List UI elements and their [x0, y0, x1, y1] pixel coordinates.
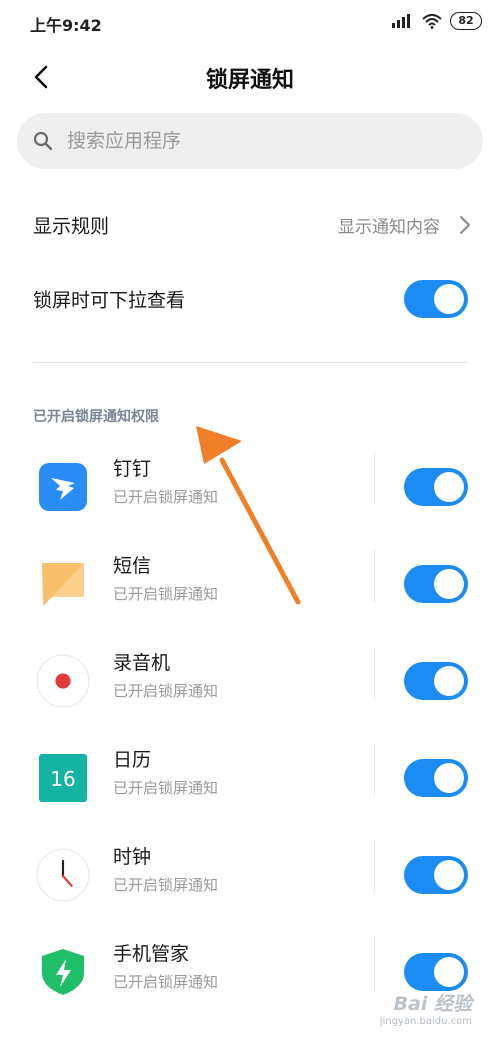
toggle-knob [434, 471, 464, 502]
row-separator [374, 938, 375, 990]
watermark: Bai 经验 jingyan.baidu.com [380, 989, 472, 1027]
sms-icon [42, 562, 84, 606]
app-row-sms: 短信 已开启锁屏通知 [0, 535, 500, 632]
signal-icon [392, 14, 410, 28]
security-icon [42, 948, 84, 995]
dingtalk-toggle[interactable] [404, 467, 468, 506]
dingtalk-icon [39, 462, 87, 511]
search-input[interactable] [67, 130, 447, 152]
watermark-logo: Bai 经验 [393, 993, 472, 1015]
app-name: 手机管家 [113, 943, 190, 965]
recorder-toggle[interactable] [404, 661, 468, 700]
row-separator [374, 550, 375, 602]
toggle-knob [434, 762, 464, 793]
status-icons: 82 [392, 12, 482, 30]
toggle-knob [434, 568, 464, 599]
divider [33, 362, 467, 363]
app-subtitle: 已开启锁屏通知 [113, 488, 219, 506]
app-name: 日历 [113, 749, 152, 771]
calendar-day: 16 [50, 767, 75, 791]
search-box[interactable] [17, 113, 483, 169]
toggle-knob [434, 665, 464, 696]
app-name: 短信 [113, 555, 152, 577]
display-rule-value: 显示通知内容 [338, 217, 440, 238]
title-bar: 锁屏通知 [0, 54, 500, 100]
app-row-calendar: 16 日历 已开启锁屏通知 [0, 729, 500, 826]
watermark-url: jingyan.baidu.com [379, 1016, 472, 1027]
chevron-right-icon [460, 216, 470, 234]
recorder-icon [36, 654, 90, 707]
toggle-knob [434, 956, 464, 987]
battery-indicator: 82 [450, 12, 482, 30]
pull-down-label: 锁屏时可下拉查看 [33, 289, 186, 312]
status-bar: 上午9:42 82 [0, 0, 500, 44]
display-rule-label: 显示规则 [33, 215, 110, 238]
app-row-recorder: 录音机 已开启锁屏通知 [0, 632, 500, 729]
sms-toggle[interactable] [404, 564, 468, 603]
clock-icon [36, 848, 90, 901]
calendar-icon: 16 [39, 753, 87, 802]
clock-toggle[interactable] [404, 855, 468, 894]
app-subtitle: 已开启锁屏通知 [113, 585, 219, 603]
pull-down-row: 锁屏时可下拉查看 [0, 269, 500, 329]
app-row-dingtalk: 钉钉 已开启锁屏通知 [0, 438, 500, 535]
wifi-icon [422, 13, 442, 29]
app-subtitle: 已开启锁屏通知 [113, 973, 219, 991]
app-row-clock: 时钟 已开启锁屏通知 [0, 826, 500, 923]
section-header: 已开启锁屏通知权限 [33, 409, 159, 425]
app-name: 钉钉 [113, 458, 152, 480]
row-separator [374, 453, 375, 505]
calendar-toggle[interactable] [404, 758, 468, 797]
toggle-knob [434, 284, 464, 314]
row-separator [374, 647, 375, 699]
row-separator [374, 744, 375, 796]
search-icon [33, 131, 53, 151]
app-name: 录音机 [113, 652, 171, 674]
page-title: 锁屏通知 [205, 68, 294, 93]
app-subtitle: 已开启锁屏通知 [113, 682, 219, 700]
pull-down-toggle[interactable] [404, 280, 468, 318]
status-time: 上午9:42 [30, 16, 102, 35]
display-rule-row[interactable]: 显示规则 显示通知内容 [0, 195, 500, 255]
app-subtitle: 已开启锁屏通知 [113, 876, 219, 894]
security-toggle[interactable] [404, 952, 468, 991]
app-name: 时钟 [113, 846, 152, 868]
app-subtitle: 已开启锁屏通知 [113, 779, 219, 797]
row-separator [374, 841, 375, 893]
toggle-knob [434, 859, 464, 890]
